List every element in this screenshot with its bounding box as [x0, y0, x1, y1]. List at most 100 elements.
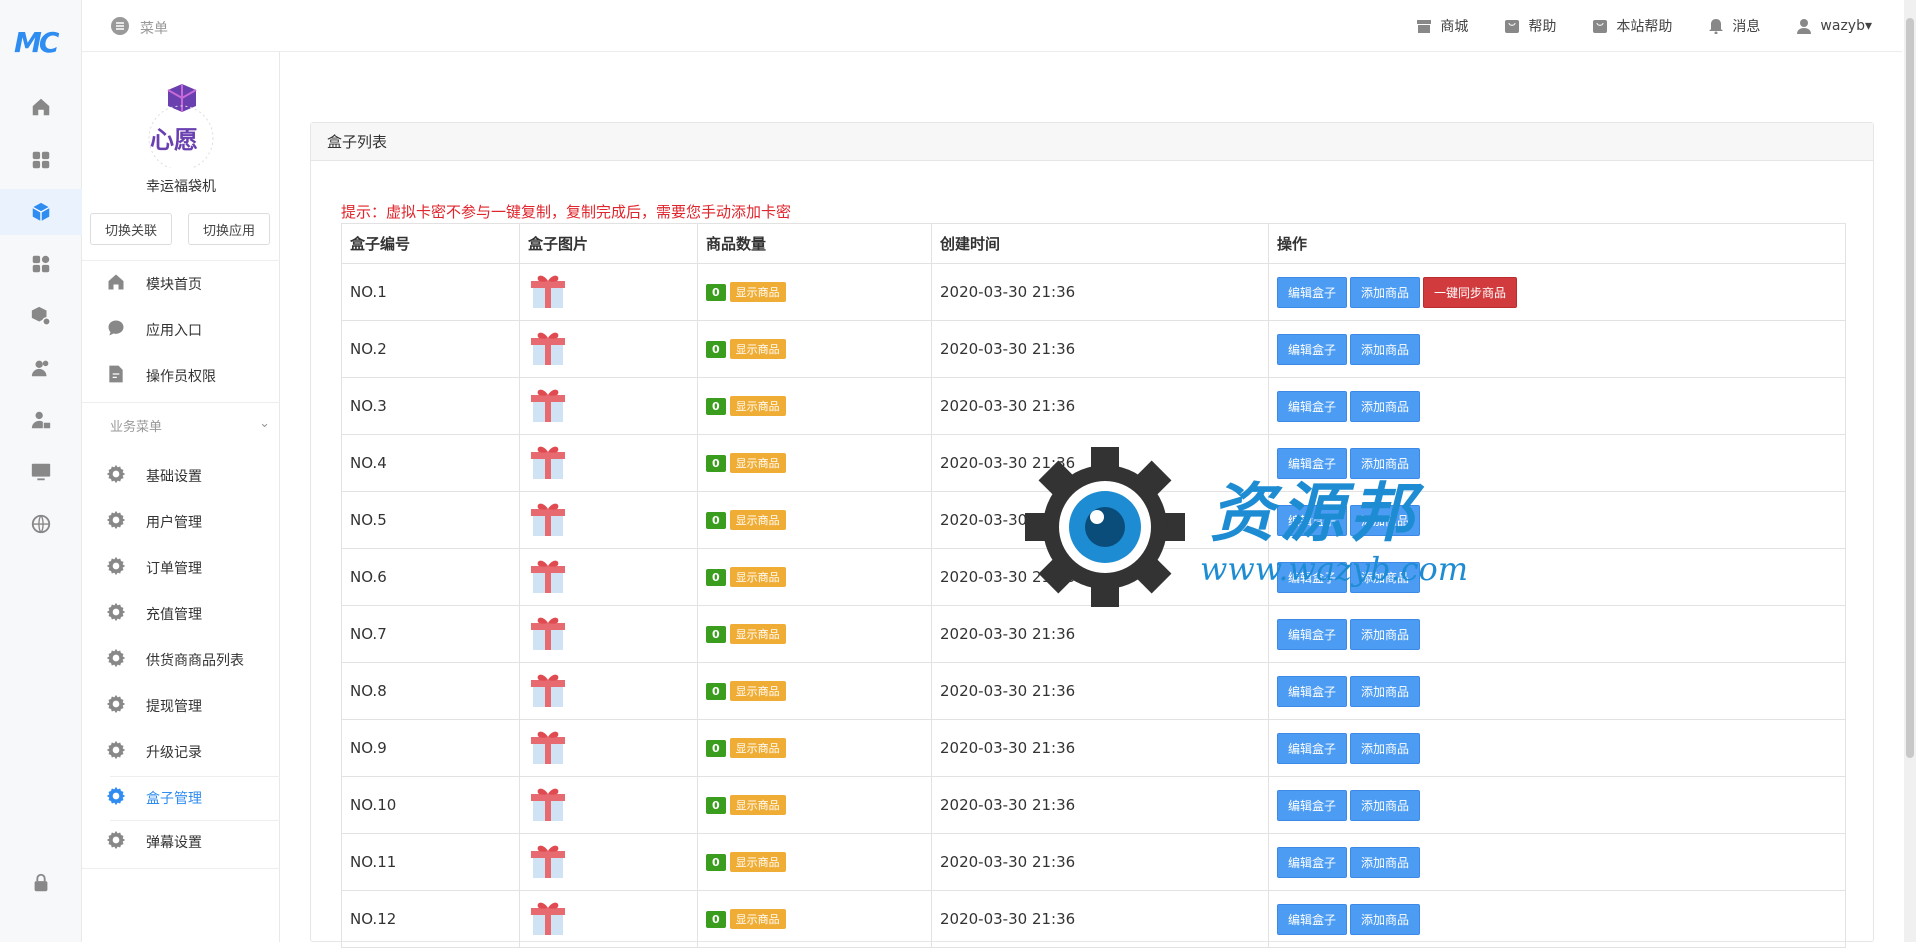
gift-box-icon [528, 902, 568, 941]
gear-icon [106, 830, 126, 854]
edit-box-button[interactable]: 编辑盒子 [1277, 675, 1348, 707]
main-content: 盒子列表 提示：虚拟卡密不参与一键复制，复制完成后，需要您手动添加卡密 盒子编号… [280, 52, 1902, 948]
box-image [519, 320, 698, 378]
globe-icon[interactable] [0, 501, 82, 547]
show-products-badge[interactable]: 显示商品 [729, 339, 786, 359]
home-icon[interactable] [0, 84, 82, 130]
site-help-link[interactable]: 本站帮助 [1592, 16, 1672, 36]
add-product-button[interactable]: 添加商品 [1350, 504, 1421, 536]
edit-box-button[interactable]: 编辑盒子 [1277, 390, 1348, 422]
sidebar: 心愿 幸运福袋机 切换关联 切换应用 模块首页 应用入口 操作员权限 业务菜单 ⌄… [82, 52, 280, 942]
show-products-badge[interactable]: 显示商品 [729, 567, 786, 587]
show-products-badge[interactable]: 显示商品 [729, 909, 786, 929]
box-no: NO.5 [341, 491, 520, 549]
edit-box-button[interactable]: 编辑盒子 [1277, 732, 1348, 764]
edit-box-button[interactable]: 编辑盒子 [1277, 903, 1348, 935]
sync-products-button[interactable]: 一键同步商品 [1423, 276, 1518, 308]
app-logo: 心愿 [138, 82, 224, 171]
show-products-badge[interactable]: 显示商品 [729, 738, 786, 758]
add-product-button[interactable]: 添加商品 [1350, 447, 1421, 479]
show-products-badge[interactable]: 显示商品 [729, 396, 786, 416]
table-row: NO.7 0 显示商品 2020-03-30 21:36 编辑盒子 添加商品 [341, 605, 1846, 663]
created-time: 2020-03-30 21:36 [931, 776, 1269, 834]
menu-toggle[interactable]: 菜单 [110, 16, 168, 40]
box-no: NO.12 [341, 890, 520, 948]
add-product-button[interactable]: 添加商品 [1350, 675, 1421, 707]
gear-icon [106, 648, 126, 672]
sidebar-item-app-entry[interactable]: 应用入口 [106, 312, 202, 348]
table-row: NO.6 0 显示商品 2020-03-30 21:36 编辑盒子 添加商品 [341, 548, 1846, 606]
sidebar-item-danmaku-settings[interactable]: 弹幕设置 [106, 824, 202, 860]
show-products-badge[interactable]: 显示商品 [729, 282, 786, 302]
table-row: NO.9 0 显示商品 2020-03-30 21:36 编辑盒子 添加商品 [341, 719, 1846, 777]
users-icon[interactable] [0, 345, 82, 391]
edit-box-button[interactable]: 编辑盒子 [1277, 561, 1348, 593]
add-product-button[interactable]: 添加商品 [1350, 846, 1421, 878]
add-product-button[interactable]: 添加商品 [1350, 390, 1421, 422]
sidebar-item-withdrawal-management[interactable]: 提现管理 [106, 688, 202, 724]
add-product-button[interactable]: 添加商品 [1350, 903, 1421, 935]
add-product-button[interactable]: 添加商品 [1350, 276, 1421, 308]
lock-icon[interactable] [0, 860, 82, 906]
count-badge: 0 [706, 284, 726, 301]
switch-link-button[interactable]: 切换关联 [90, 213, 172, 245]
sidebar-item-user-management[interactable]: 用户管理 [106, 504, 202, 540]
edit-box-button[interactable]: 编辑盒子 [1277, 789, 1348, 821]
grid-icon[interactable] [0, 137, 82, 183]
box-no: NO.1 [341, 263, 520, 321]
edit-box-button[interactable]: 编辑盒子 [1277, 276, 1348, 308]
switch-app-button[interactable]: 切换应用 [188, 213, 270, 245]
box-gear-icon[interactable] [0, 293, 82, 339]
sidebar-item-order-management[interactable]: 订单管理 [106, 550, 202, 586]
add-product-button[interactable]: 添加商品 [1350, 333, 1421, 365]
sidebar-item-basic-settings[interactable]: 基础设置 [106, 458, 202, 494]
user-lock-icon[interactable] [0, 397, 82, 443]
edit-box-button[interactable]: 编辑盒子 [1277, 333, 1348, 365]
brand-logo[interactable]: MC [14, 26, 59, 59]
sidebar-item-upgrade-records[interactable]: 升级记录 [106, 734, 202, 770]
count-badge: 0 [706, 512, 726, 529]
help-link[interactable]: 帮助 [1504, 16, 1556, 36]
business-menu-header[interactable]: 业务菜单 ⌄ [110, 416, 270, 435]
cube-icon[interactable] [0, 189, 82, 235]
edit-box-button[interactable]: 编辑盒子 [1277, 846, 1348, 878]
col-actions: 操作 [1268, 223, 1846, 264]
show-products-badge[interactable]: 显示商品 [729, 681, 786, 701]
scrollbar-thumb[interactable] [1906, 18, 1914, 758]
edit-box-button[interactable]: 编辑盒子 [1277, 447, 1348, 479]
add-product-button[interactable]: 添加商品 [1350, 789, 1421, 821]
gear-icon [106, 556, 126, 580]
edit-box-button[interactable]: 编辑盒子 [1277, 504, 1348, 536]
table-row: NO.2 0 显示商品 2020-03-30 21:36 编辑盒子 添加商品 [341, 320, 1846, 378]
box-no: NO.8 [341, 662, 520, 720]
user-icon [1797, 19, 1812, 34]
show-products-badge[interactable]: 显示商品 [729, 453, 786, 473]
show-products-badge[interactable]: 显示商品 [729, 624, 786, 644]
edit-box-button[interactable]: 编辑盒子 [1277, 618, 1348, 650]
show-products-badge[interactable]: 显示商品 [729, 795, 786, 815]
sidebar-item-module-home[interactable]: 模块首页 [106, 266, 202, 302]
list-icon [110, 16, 130, 40]
user-menu[interactable]: wazyb▾ [1796, 16, 1872, 36]
sidebar-item-operator-permissions[interactable]: 操作员权限 [106, 358, 216, 394]
page-scrollbar[interactable] [1904, 0, 1916, 942]
apps-icon[interactable] [0, 241, 82, 287]
store-link[interactable]: 商城 [1416, 16, 1468, 36]
monitor-icon[interactable] [0, 449, 82, 495]
sidebar-item-supplier-products[interactable]: 供货商商品列表 [106, 642, 244, 678]
sidebar-item-box-management[interactable]: 盒子管理 [106, 780, 202, 816]
created-time: 2020-03-30 21:36 [931, 662, 1269, 720]
add-product-button[interactable]: 添加商品 [1350, 732, 1421, 764]
show-products-badge[interactable]: 显示商品 [729, 852, 786, 872]
created-time: 2020-03-30 21:36 [931, 719, 1269, 777]
created-time: 2020-03-30 21:36 [931, 434, 1269, 492]
sidebar-item-recharge-management[interactable]: 充值管理 [106, 596, 202, 632]
show-products-badge[interactable]: 显示商品 [729, 510, 786, 530]
gift-box-icon [528, 503, 568, 542]
gear-icon [106, 510, 126, 534]
add-product-button[interactable]: 添加商品 [1350, 618, 1421, 650]
store-icon [1417, 20, 1432, 33]
messages-link[interactable]: 消息 [1708, 16, 1760, 36]
gift-box-icon [528, 560, 568, 599]
add-product-button[interactable]: 添加商品 [1350, 561, 1421, 593]
